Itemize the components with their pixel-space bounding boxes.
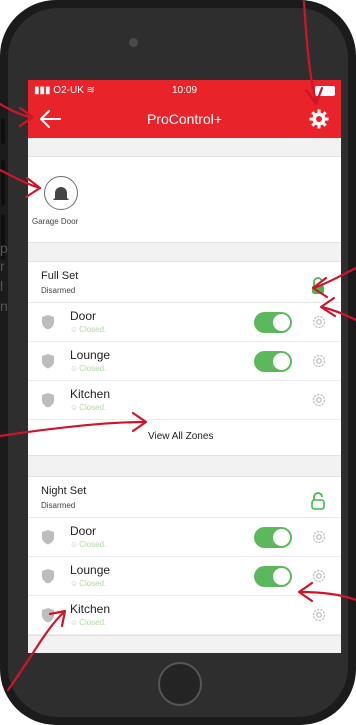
set-name: Full Set bbox=[41, 270, 79, 282]
gear-icon[interactable] bbox=[311, 314, 327, 330]
zone-name: Door bbox=[70, 309, 97, 323]
zone-state: ☺Closed. bbox=[70, 579, 107, 588]
full-set-header: Full Set Disarmed bbox=[28, 262, 341, 303]
gear-icon[interactable] bbox=[311, 529, 327, 545]
full-set-card: Full Set Disarmed Door ☺Closed. Lounge ☺… bbox=[28, 261, 341, 456]
zone-bypass-toggle[interactable] bbox=[254, 312, 292, 333]
zone-row: Kitchen ☺Closed. bbox=[28, 596, 341, 635]
zone-bypass-toggle[interactable] bbox=[254, 527, 292, 548]
zone-state: ☺Closed. bbox=[70, 325, 107, 334]
shield-icon bbox=[42, 530, 54, 545]
shield-icon bbox=[42, 315, 54, 330]
gear-icon[interactable] bbox=[311, 607, 327, 623]
home-button[interactable] bbox=[158, 662, 202, 706]
garage-section: Garage Door bbox=[28, 156, 341, 243]
unlocked-padlock-icon[interactable] bbox=[311, 277, 325, 295]
zone-name: Kitchen bbox=[70, 602, 111, 616]
zone-row: Lounge ☺Closed. bbox=[28, 557, 341, 596]
garage-door-icon bbox=[53, 187, 69, 200]
phone-side-button bbox=[1, 118, 5, 144]
shield-icon bbox=[42, 608, 54, 623]
nav-bar: ProControl+ bbox=[28, 100, 341, 138]
gear-icon[interactable] bbox=[309, 109, 329, 129]
zone-row: Lounge ☺Closed. bbox=[28, 342, 341, 381]
phone-side-button bbox=[1, 160, 5, 206]
garage-door-label: Garage Door bbox=[32, 217, 79, 226]
zone-row: Door ☺Closed. bbox=[28, 518, 341, 557]
section-gap bbox=[28, 243, 341, 261]
zone-row: Door ☺Closed. bbox=[28, 303, 341, 342]
night-set-card: Night Set Disarmed Door ☺Closed. Lounge … bbox=[28, 476, 341, 636]
unlocked-padlock-icon[interactable] bbox=[311, 492, 325, 510]
set-status: Disarmed bbox=[41, 286, 76, 295]
page-title: ProControl+ bbox=[146, 111, 223, 127]
shield-icon bbox=[42, 393, 54, 408]
app-screen: ▮▮▮ O2-UK ≋ 10:09 ProControl+ Garage Doo… bbox=[28, 80, 341, 653]
cropped-text-fragment: r bbox=[0, 258, 5, 274]
zone-state: ☺Closed. bbox=[70, 364, 107, 373]
cropped-text-fragment: p bbox=[0, 240, 8, 256]
section-gap bbox=[28, 138, 341, 156]
section-gap bbox=[28, 456, 341, 476]
zone-row: Kitchen ☺Closed. bbox=[28, 381, 341, 420]
zone-bypass-toggle[interactable] bbox=[254, 566, 292, 587]
gear-icon[interactable] bbox=[311, 568, 327, 584]
zone-bypass-toggle[interactable] bbox=[254, 351, 292, 372]
cropped-text-fragment: l bbox=[0, 278, 4, 294]
set-status: Disarmed bbox=[41, 501, 76, 510]
zone-name: Door bbox=[70, 524, 97, 538]
view-all-zones-link[interactable]: View All Zones bbox=[148, 431, 213, 442]
toggle-knob bbox=[273, 568, 290, 585]
night-set-header: Night Set Disarmed bbox=[28, 477, 341, 518]
zone-state: ☺Closed. bbox=[70, 403, 107, 412]
toggle-knob bbox=[273, 529, 290, 546]
zone-state: ☺Closed. bbox=[70, 540, 107, 549]
view-all-row: View All Zones bbox=[28, 420, 341, 455]
toggle-knob bbox=[273, 353, 290, 370]
status-time: 10:09 bbox=[171, 84, 198, 96]
shield-icon bbox=[42, 354, 54, 369]
zone-name: Kitchen bbox=[70, 387, 111, 401]
front-camera bbox=[129, 38, 138, 47]
battery-icon bbox=[315, 86, 335, 96]
zone-state: ☺Closed. bbox=[70, 618, 107, 627]
toggle-knob bbox=[273, 314, 290, 331]
cropped-text-fragment: n bbox=[0, 298, 8, 314]
set-name: Night Set bbox=[41, 485, 87, 497]
garage-door-button[interactable] bbox=[44, 176, 78, 210]
back-arrow-icon[interactable] bbox=[38, 108, 62, 130]
gear-icon[interactable] bbox=[311, 392, 327, 408]
zone-name: Lounge bbox=[70, 563, 111, 577]
gear-icon[interactable] bbox=[311, 353, 327, 369]
zone-name: Lounge bbox=[70, 348, 111, 362]
status-bar: ▮▮▮ O2-UK ≋ 10:09 bbox=[28, 80, 341, 100]
shield-icon bbox=[42, 569, 54, 584]
